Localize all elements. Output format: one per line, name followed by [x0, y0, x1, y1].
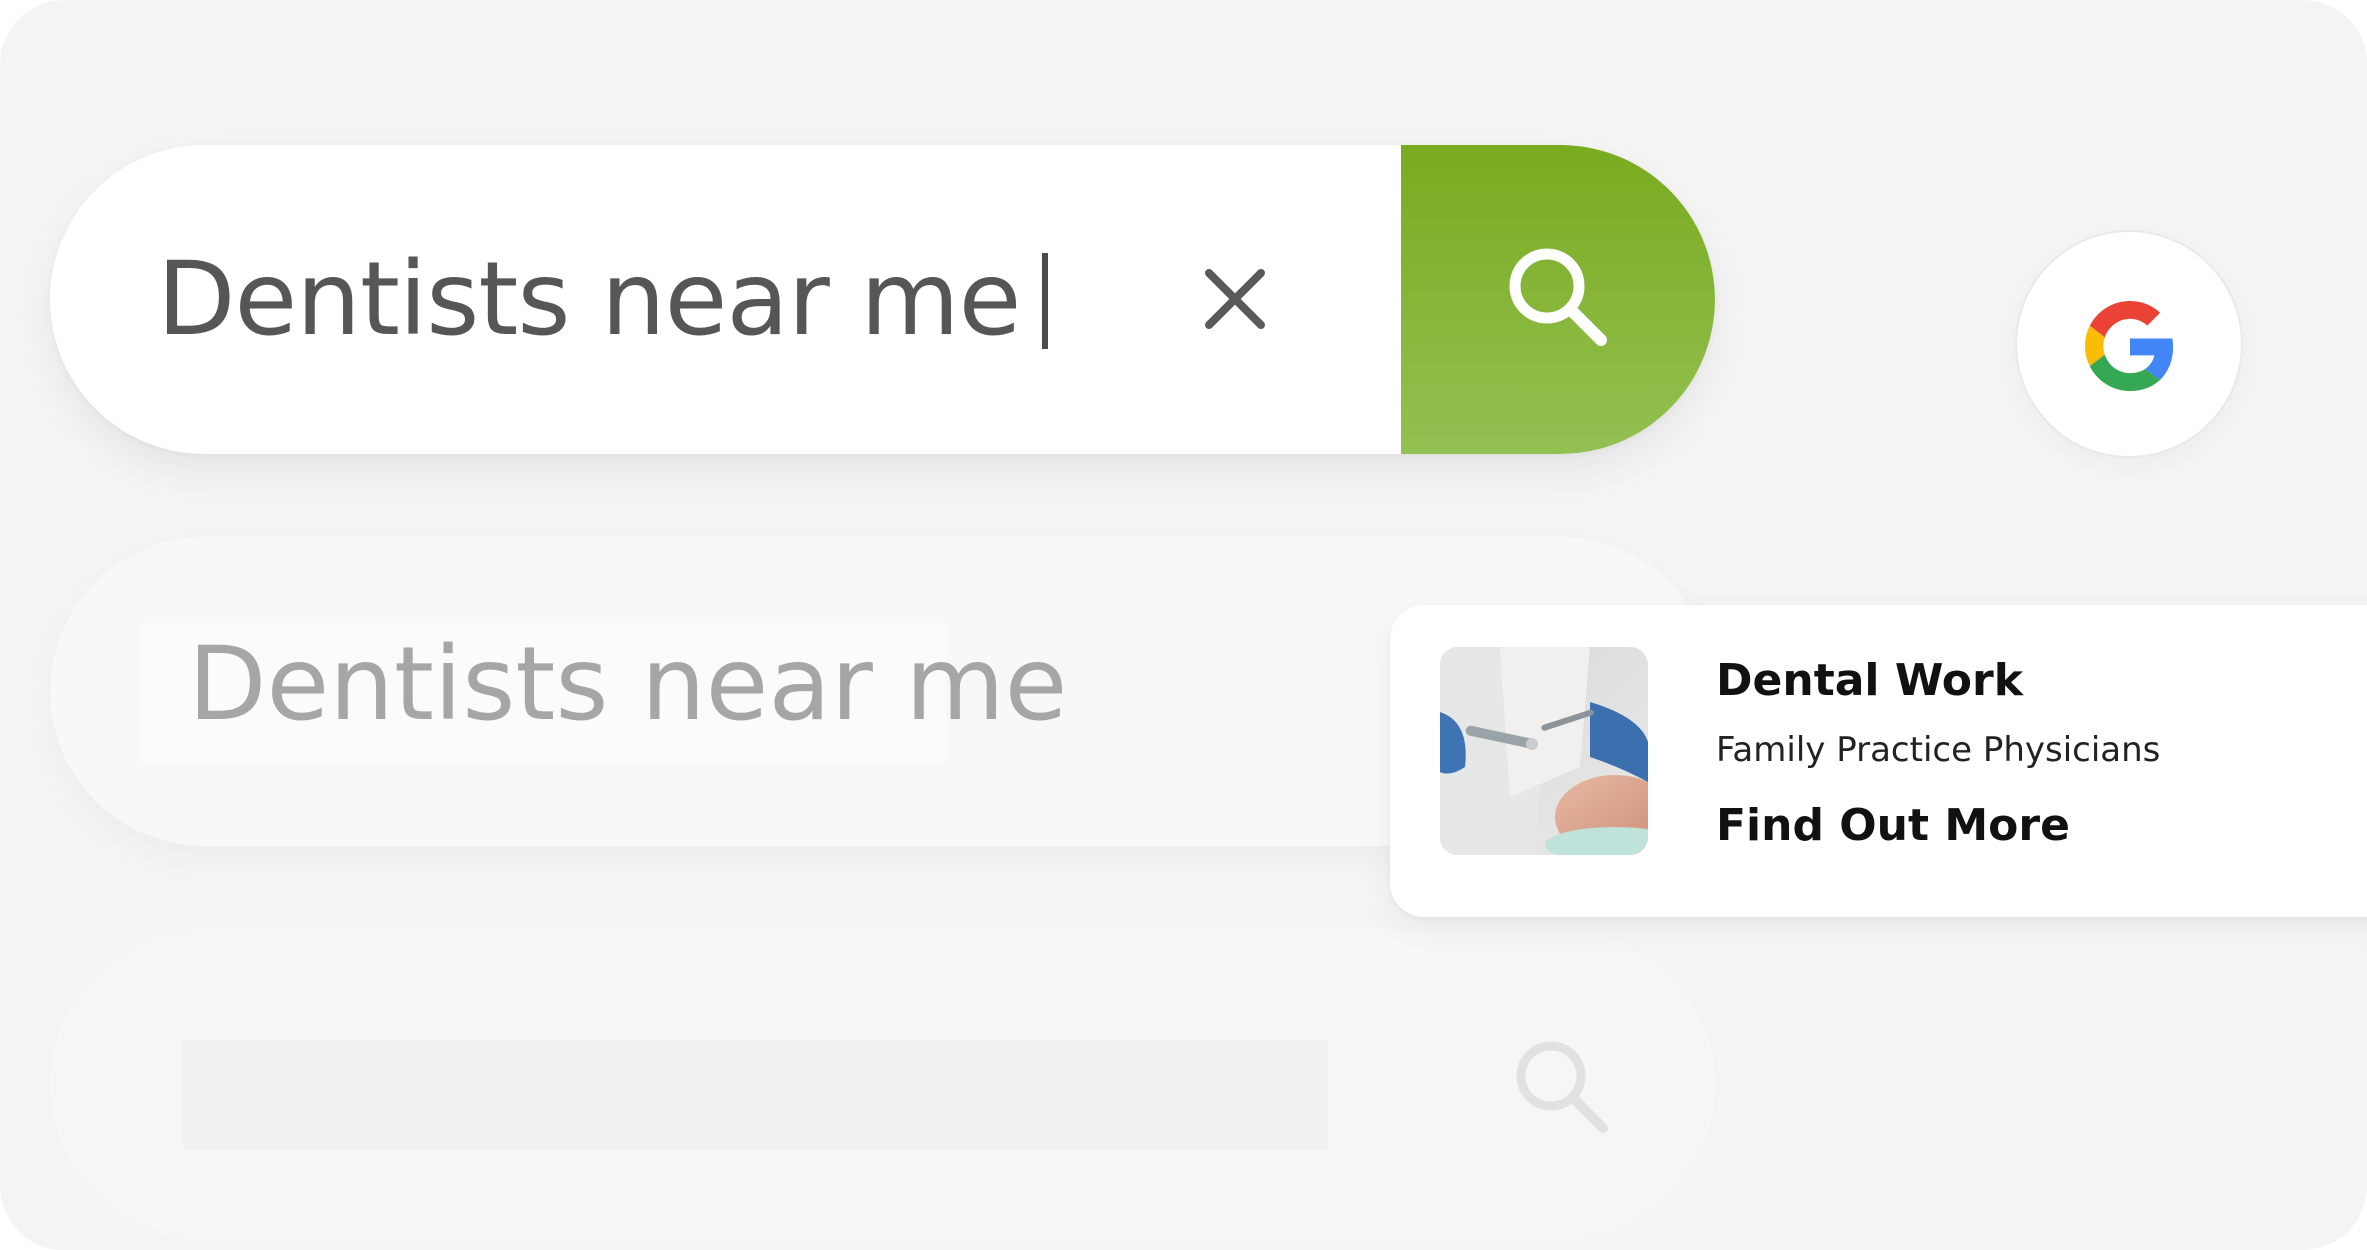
- google-g-icon: [2085, 301, 2174, 391]
- google-button[interactable]: [2015, 230, 2243, 458]
- ad-preview-canvas: Dentists near me Dentists near me Dental…: [0, 0, 2367, 1250]
- clear-search-button[interactable]: [1185, 249, 1285, 349]
- dentist-treatment-photo: [1440, 647, 1648, 855]
- sponsored-result-card[interactable]: Dental Work Family Practice Physicians F…: [1390, 605, 2367, 917]
- ad-subtitle: Family Practice Physicians: [1716, 730, 2161, 770]
- search-query-text: Dentists near me: [157, 240, 1021, 359]
- ad-thumbnail-image: [1440, 647, 1648, 855]
- search-icon: [1516, 1041, 1608, 1133]
- ad-title: Dental Work: [1716, 655, 2023, 706]
- close-icon: [1205, 269, 1265, 329]
- search-submit-button[interactable]: [1401, 145, 1715, 454]
- search-input[interactable]: Dentists near me: [157, 145, 1049, 454]
- placeholder-text-line: [183, 1040, 1328, 1150]
- search-bar[interactable]: Dentists near me: [50, 145, 1715, 454]
- suggestion-text: Dentists near me: [188, 625, 1068, 744]
- find-out-more-link[interactable]: Find Out More: [1716, 800, 2070, 851]
- text-caret: [1042, 253, 1049, 350]
- placeholder-search-bar: [50, 930, 1715, 1239]
- search-icon: [1509, 248, 1607, 346]
